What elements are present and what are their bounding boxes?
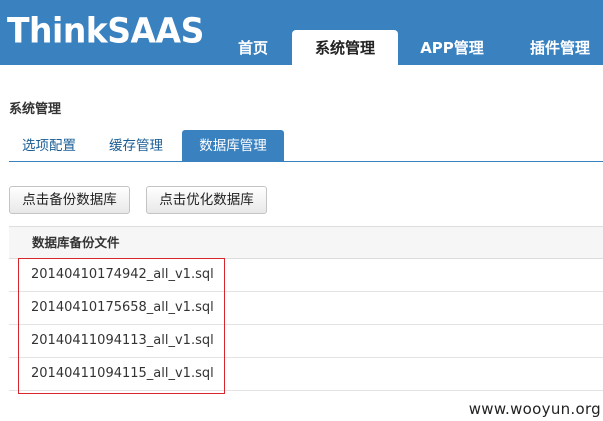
table-row: 20140410175658_all_v1.sql xyxy=(9,292,603,325)
nav-tab-plugin-admin[interactable]: 插件管理 xyxy=(517,30,603,65)
watermark: www.wooyun.org xyxy=(468,400,601,418)
subtab-options-config[interactable]: 选项配置 xyxy=(9,130,89,162)
thinksaas-logo[interactable]: ThinkSAAS xyxy=(7,11,204,50)
page-title: 系统管理 xyxy=(9,102,62,117)
nav-tab-app-admin[interactable]: APP管理 xyxy=(405,30,499,65)
top-header: ThinkSAAS 首页 系统管理 APP管理 插件管理 xyxy=(0,0,603,65)
subtabs-divider xyxy=(9,161,603,162)
table-row: 20140410174942_all_v1.sql xyxy=(9,259,603,292)
nav-tab-system-admin[interactable]: 系统管理 xyxy=(292,30,398,65)
table-header: 数据库备份文件 xyxy=(9,226,603,259)
nav-tab-home[interactable]: 首页 xyxy=(221,30,285,65)
subtab-database-admin[interactable]: 数据库管理 xyxy=(182,130,284,162)
table-row: 20140411094113_all_v1.sql xyxy=(9,325,603,358)
optimize-database-button[interactable]: 点击优化数据库 xyxy=(146,186,267,214)
subtab-cache-admin[interactable]: 缓存管理 xyxy=(96,130,176,162)
table-row: 20140411094115_all_v1.sql xyxy=(9,358,603,391)
backup-files-table: 数据库备份文件 20140410174942_all_v1.sql 201404… xyxy=(9,226,603,391)
backup-database-button[interactable]: 点击备份数据库 xyxy=(9,186,130,214)
